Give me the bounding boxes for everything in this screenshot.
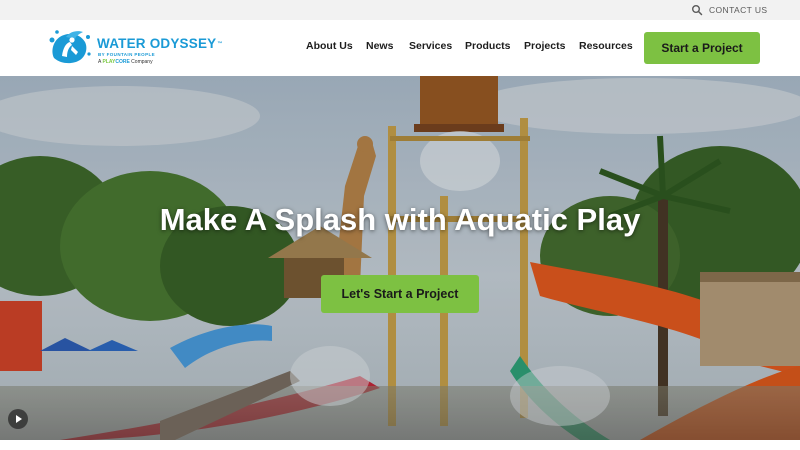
hero-title: Make A Splash with Aquatic Play [159, 202, 641, 237]
nav-products[interactable]: Products [465, 40, 511, 53]
start-project-button[interactable]: Start a Project [644, 32, 760, 64]
site-header: WATER ODYSSEY™ BY FOUNTAIN PEOPLE A PLAY… [0, 20, 800, 76]
search-icon[interactable] [691, 4, 703, 16]
video-play-button[interactable] [8, 409, 28, 429]
brand-logo[interactable]: WATER ODYSSEY™ BY FOUNTAIN PEOPLE A PLAY… [48, 26, 223, 70]
lets-start-project-button[interactable]: Let's Start a Project [321, 275, 479, 313]
water-splash-logo-icon [49, 30, 91, 64]
nav-resources[interactable]: Resources [579, 40, 633, 53]
logo-tagline: BY FOUNTAIN PEOPLE [98, 52, 156, 57]
logo-wordmark: WATER ODYSSEY™ [97, 36, 223, 51]
nav-news[interactable]: News [366, 40, 393, 53]
logo-company-line: A PLAYCORE Company [98, 59, 153, 65]
nav-services[interactable]: Services [409, 40, 452, 53]
utility-bar: CONTACT US [0, 0, 800, 20]
hero-background-image [0, 76, 800, 440]
page-bottom-strip [0, 440, 800, 450]
play-icon [16, 415, 22, 423]
contact-us-link[interactable]: CONTACT US [709, 5, 767, 16]
nav-about-us[interactable]: About Us [306, 40, 353, 53]
hero-banner: Make A Splash with Aquatic Play Let's St… [0, 76, 800, 440]
nav-projects[interactable]: Projects [524, 40, 565, 53]
